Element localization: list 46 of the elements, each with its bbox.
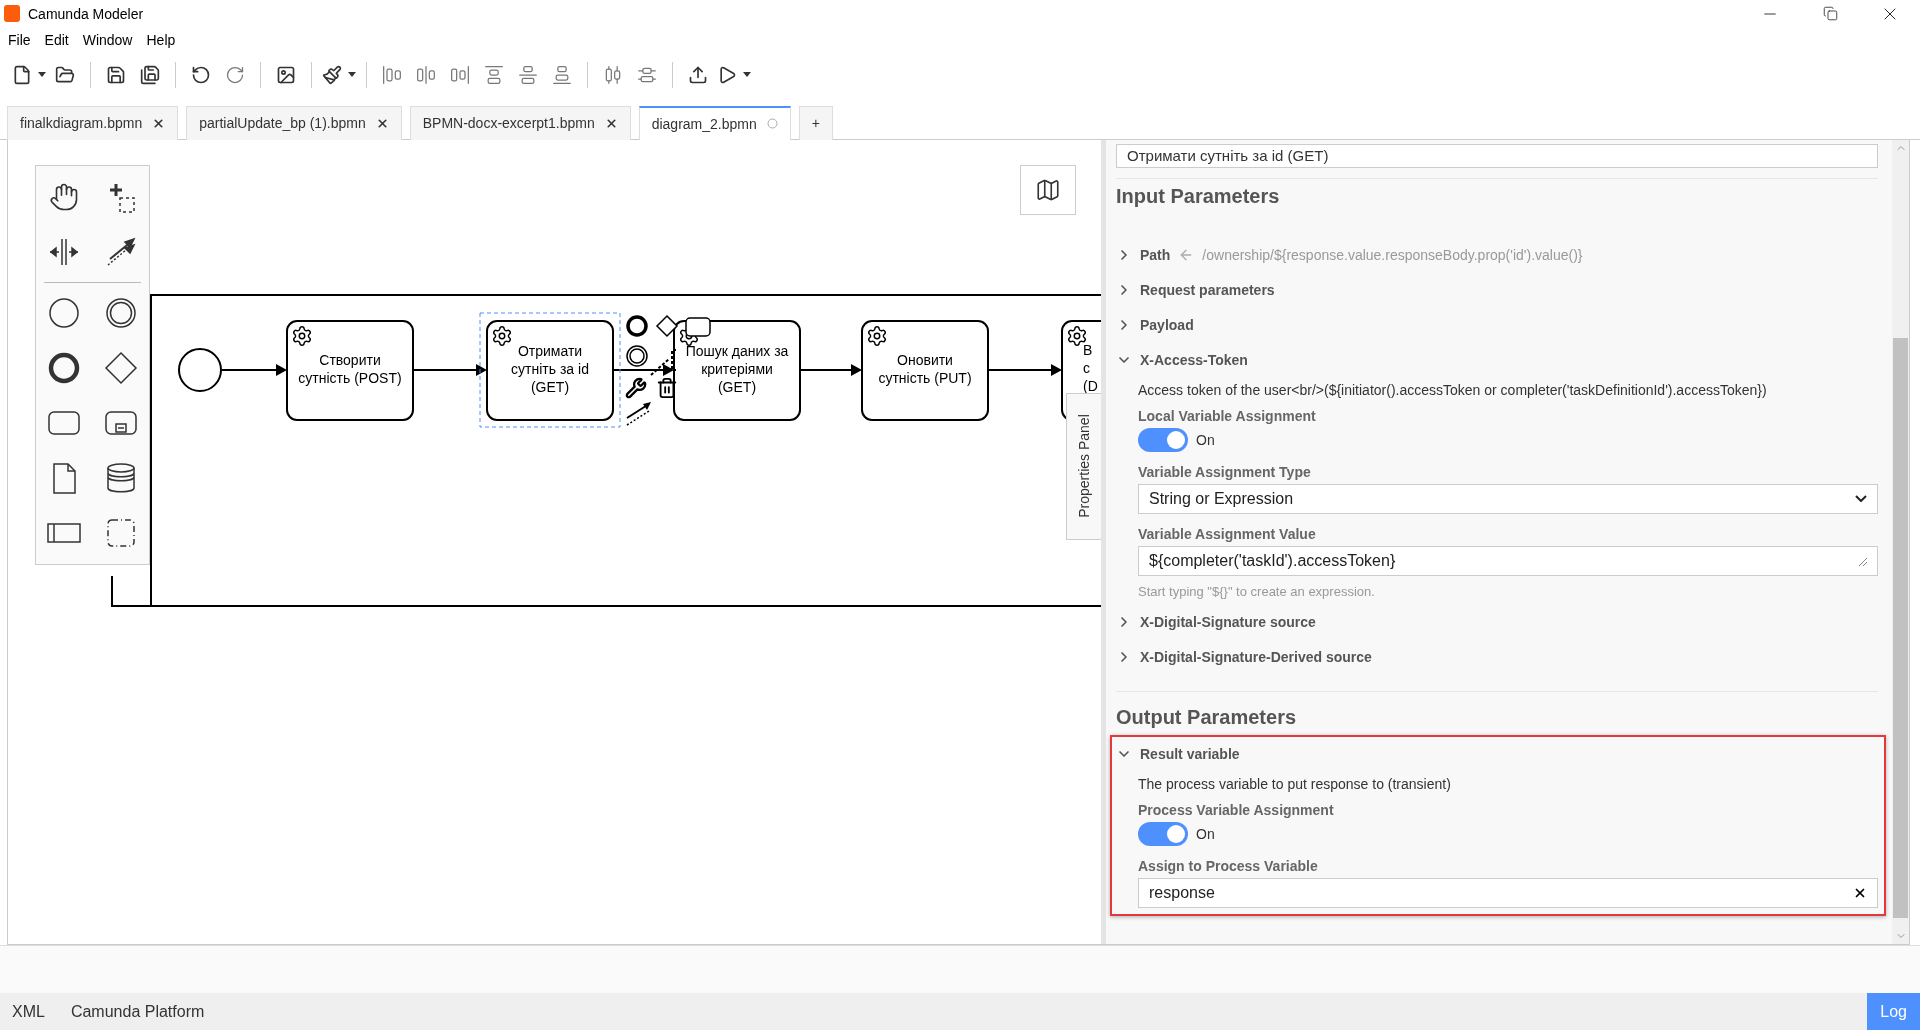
name-field[interactable]: Отримати сутніть за id (GET) [1116, 143, 1878, 168]
text-area[interactable]: ${completer('taskId').accessToken} [1138, 545, 1878, 576]
field-label: Variable Assignment Type [1138, 463, 1312, 480]
field-label: Assign to Process Variable [1138, 857, 1319, 874]
service-task[interactable]: Створити сутність (POST) [286, 319, 414, 421]
menu-item[interactable]: File [8, 31, 31, 48]
description-text: Access token of the user<br/>(${initiator().accessToken or completer('taskDefinitionId').accessToken}) [1138, 381, 1768, 398]
window-title: Camunda Modeler [28, 5, 145, 22]
toggle-label: On [1196, 825, 1215, 842]
status-item[interactable]: Camunda Platform [70, 1002, 205, 1021]
file-tab[interactable]: BPMN-docx-excerpt1.bpmn [409, 105, 631, 140]
file-tab[interactable]: partialUpdate_bp (1).bpmn [186, 105, 402, 140]
task-label: Створити сутність (POST) [298, 351, 402, 386]
file-tab[interactable]: finalkdiagram.bpmn [7, 105, 179, 140]
collapsible-entry[interactable]: X-Digital-Signature-Derived source [1116, 639, 1878, 675]
service-task[interactable]: Отримати сутніть за id (GET) [479, 312, 621, 428]
new-tab-button[interactable]: + [798, 105, 833, 140]
menu-item[interactable]: Window [82, 31, 133, 48]
path-value: /ownership/${response.value.responseBody.prop('id').value()} [1202, 247, 1583, 264]
toggle-label: On [1196, 431, 1215, 448]
service-task[interactable]: Оновити сутність (PUT) [861, 319, 989, 421]
task-label: В с (D [1083, 341, 1098, 394]
input-field[interactable]: response [1138, 877, 1878, 908]
menu-item[interactable]: Help [146, 31, 176, 48]
task-label: Отримати сутніть за id (GET) [511, 342, 589, 395]
status-item[interactable]: XML [12, 1002, 45, 1021]
collapsible-entry[interactable]: X-Digital-Signature source [1116, 604, 1878, 640]
task-label: Пошук даних за критеріями (GET) [685, 342, 789, 395]
section-title: Output Parameters [1116, 705, 1298, 729]
collapsible-entry[interactable]: Payload [1116, 307, 1878, 343]
section-title: Input Parameters [1116, 184, 1281, 208]
hint-text: Start typing "${}" to create an expression. [1138, 583, 1376, 599]
collapsible-entry[interactable]: Result variable [1116, 736, 1878, 772]
properties-panel-tab[interactable]: Properties Panel [1066, 392, 1101, 540]
collapsible-entry[interactable]: Request parameters [1116, 272, 1878, 308]
field-label: Variable Assignment Value [1138, 525, 1317, 542]
file-tab[interactable]: diagram_2.bpmn [638, 105, 791, 140]
description-text: The process variable to put response to (transient) [1138, 775, 1452, 792]
menu-item[interactable]: Edit [44, 31, 69, 48]
field-label: Process Variable Assignment [1138, 801, 1335, 818]
collapsible-entry[interactable]: Path /ownership/${response.value.responseBody.prop('id').value()} [1116, 237, 1878, 273]
field-label: Local Variable Assignment [1138, 407, 1317, 424]
collapsible-entry[interactable]: X-Access-Token [1116, 342, 1878, 378]
task-label: Оновити сутність (PUT) [878, 351, 972, 386]
service-task[interactable]: Пошук даних за критеріями (GET) [673, 319, 801, 421]
select-field[interactable]: String or Expression [1138, 483, 1878, 514]
